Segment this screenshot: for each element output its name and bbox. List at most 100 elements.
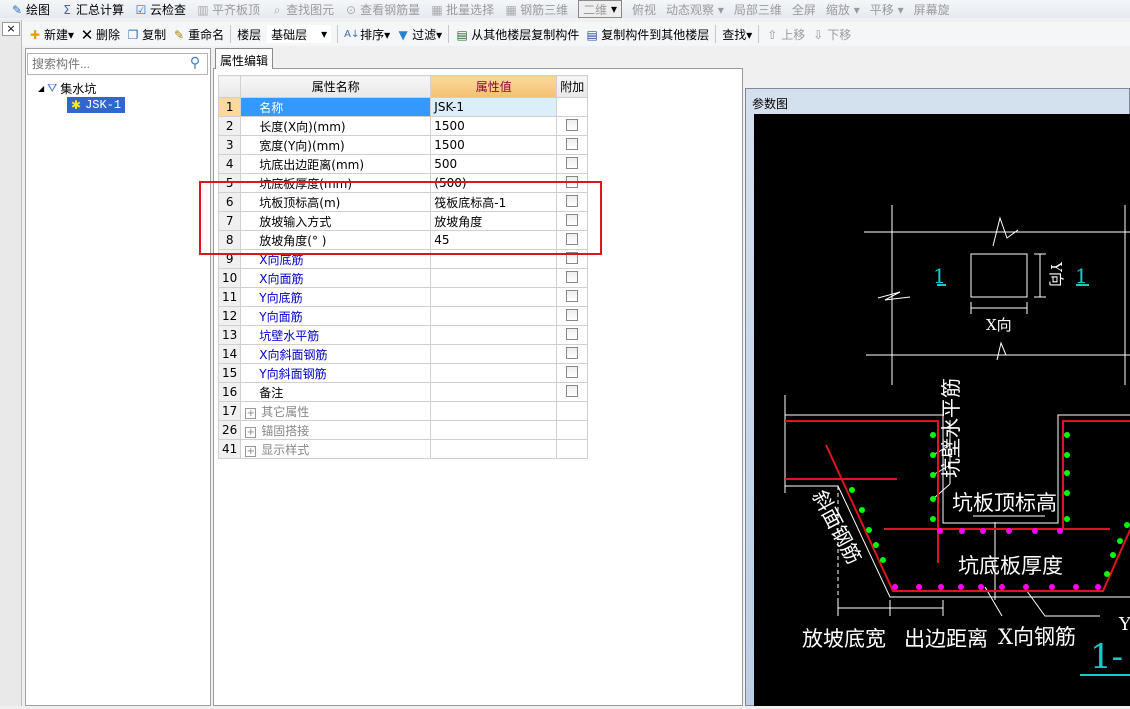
table-row[interactable]: 4 坑底出边距离(mm) 500: [217, 154, 589, 174]
table-row[interactable]: 16 备注: [217, 382, 589, 402]
expand-icon[interactable]: +: [245, 426, 257, 438]
property-value[interactable]: [430, 401, 558, 421]
property-value[interactable]: 1500: [430, 135, 558, 155]
property-name[interactable]: 宽度(Y向)(mm): [240, 135, 432, 155]
table-row[interactable]: 1 名称 JSK-1: [217, 97, 589, 117]
property-name[interactable]: 坑壁水平筋: [240, 325, 432, 345]
new-button[interactable]: ✚ 新建▾: [28, 26, 74, 43]
property-value[interactable]: [430, 420, 558, 440]
expand-icon[interactable]: +: [245, 407, 257, 419]
toolbar-button-5[interactable]: ⊙ 查看钢筋量: [344, 1, 420, 18]
property-name[interactable]: + 显示样式: [240, 439, 432, 459]
table-row[interactable]: 15 Y向斜面钢筋: [217, 363, 589, 383]
property-value[interactable]: [430, 287, 558, 307]
table-row[interactable]: 17 + 其它属性: [217, 401, 589, 421]
close-icon[interactable]: ×: [2, 22, 20, 36]
toolbar-button-2[interactable]: ☑ 云检查: [134, 1, 186, 18]
extra-checkbox[interactable]: [566, 384, 579, 397]
property-name[interactable]: 名称: [240, 97, 432, 117]
extra-checkbox[interactable]: [566, 289, 579, 302]
sort-button[interactable]: A↓排序▾: [344, 26, 390, 43]
extra-cell: [556, 306, 589, 326]
component-toolbar: ✚ 新建▾ ✕ 删除 ❐ 复制 ✎ 重命名 楼层 基础层 ▾ A↓排序▾ ▼ 过滤▾ ▤ 从其…: [22, 22, 1130, 46]
copy-from-floor-button[interactable]: ▤ 从其他楼层复制构件: [455, 26, 580, 43]
search-icon[interactable]: ⚲: [186, 55, 204, 73]
table-row[interactable]: 14 X向斜面钢筋: [217, 344, 589, 364]
section-mark-left: 1: [933, 264, 946, 288]
view-mode-value: 二维: [583, 2, 608, 17]
wall-rebar-dot: [1064, 432, 1070, 438]
arrow-down-icon: ⇩: [813, 28, 824, 42]
table-row[interactable]: 13 坑壁水平筋: [217, 325, 589, 345]
property-value[interactable]: [430, 344, 558, 364]
property-value[interactable]: [430, 306, 558, 326]
collapse-icon[interactable]: ◢: [38, 84, 44, 93]
move-up-button[interactable]: ⇧ 上移: [765, 26, 805, 43]
property-name[interactable]: Y向底筋: [240, 287, 432, 307]
delete-icon: ✕: [80, 26, 94, 44]
property-value[interactable]: JSK-1: [430, 97, 558, 117]
filter-button[interactable]: ▼ 过滤▾: [396, 26, 443, 43]
property-value[interactable]: 1500: [430, 116, 558, 136]
toolbar-button-4[interactable]: ⌕ 查找图元: [270, 1, 334, 18]
property-name[interactable]: X向面筋: [240, 268, 432, 288]
expand-icon[interactable]: +: [245, 445, 257, 457]
find-button[interactable]: 查找▾: [722, 26, 752, 43]
extra-checkbox[interactable]: [566, 327, 579, 340]
table-row[interactable]: 3 宽度(Y向)(mm) 1500: [217, 135, 589, 155]
copy-button[interactable]: ❐ 复制: [126, 26, 166, 43]
delete-button[interactable]: ✕ 删除: [80, 26, 120, 43]
extra-checkbox[interactable]: [566, 156, 579, 169]
view-button-2[interactable]: 局部三维: [734, 1, 782, 18]
property-name[interactable]: + 其它属性: [240, 401, 432, 421]
view-button-1[interactable]: 动态观察 ▾: [666, 1, 724, 18]
property-value[interactable]: 500: [430, 154, 558, 174]
extra-checkbox[interactable]: [566, 365, 579, 378]
toolbar-button-1[interactable]: Σ 汇总计算: [60, 1, 124, 18]
extra-checkbox[interactable]: [566, 270, 579, 283]
property-value[interactable]: [430, 439, 558, 459]
view-button-0[interactable]: 俯视: [632, 1, 656, 18]
view-button-6[interactable]: 屏幕旋: [914, 1, 950, 18]
toolbar-button-6[interactable]: ▦ 批量选择: [430, 1, 494, 18]
tab-property-edit[interactable]: 属性编辑: [215, 48, 273, 69]
toolbar-button-7[interactable]: ▦ 钢筋三维: [504, 1, 568, 18]
table-row[interactable]: 2 长度(X向)(mm) 1500: [217, 116, 589, 136]
toolbar-button-0[interactable]: ✎ 绘图: [10, 1, 50, 18]
property-name[interactable]: 坑底出边距离(mm): [240, 154, 432, 174]
property-name[interactable]: X向斜面钢筋: [240, 344, 432, 364]
view-button-3[interactable]: 全屏: [792, 1, 816, 18]
tree-item-root[interactable]: ◢ ⛛ 集水坑: [30, 80, 125, 97]
table-row[interactable]: 12 Y向面筋: [217, 306, 589, 326]
table-row[interactable]: 26 + 锚固搭接: [217, 420, 589, 440]
property-value[interactable]: [430, 325, 558, 345]
tree-item-jsk-1[interactable]: ✱ JSK-1: [67, 97, 126, 113]
property-name[interactable]: 备注: [240, 382, 432, 402]
toolbar-button-3[interactable]: ▥ 平齐板顶: [196, 1, 260, 18]
search-input[interactable]: [27, 53, 208, 75]
component-icon: ✱: [71, 98, 82, 113]
floor-select[interactable]: 基础层 ▾: [267, 25, 332, 43]
property-name[interactable]: Y向斜面钢筋: [240, 363, 432, 383]
view-button-4[interactable]: 缩放 ▾: [826, 1, 860, 18]
view-mode-select[interactable]: 二维 ▾: [578, 0, 622, 18]
view-button-5[interactable]: 平移 ▾: [870, 1, 904, 18]
copy-to-floor-button[interactable]: ▤ 复制构件到其他楼层: [585, 26, 710, 43]
property-value[interactable]: [430, 363, 558, 383]
move-down-button[interactable]: ⇩ 下移: [811, 26, 851, 43]
table-row[interactable]: 10 X向面筋: [217, 268, 589, 288]
property-value[interactable]: [430, 382, 558, 402]
table-row[interactable]: 41 + 显示样式: [217, 439, 589, 459]
extra-checkbox[interactable]: [566, 308, 579, 321]
row-number: 10: [217, 268, 242, 288]
property-name[interactable]: Y向面筋: [240, 306, 432, 326]
property-name[interactable]: 长度(X向)(mm): [240, 116, 432, 136]
rename-button[interactable]: ✎ 重命名: [172, 26, 224, 43]
extra-checkbox[interactable]: [566, 137, 579, 150]
extra-cell: [556, 268, 589, 288]
property-value[interactable]: [430, 268, 558, 288]
property-name[interactable]: + 锚固搭接: [240, 420, 432, 440]
extra-checkbox[interactable]: [566, 118, 579, 131]
extra-checkbox[interactable]: [566, 346, 579, 359]
table-row[interactable]: 11 Y向底筋: [217, 287, 589, 307]
